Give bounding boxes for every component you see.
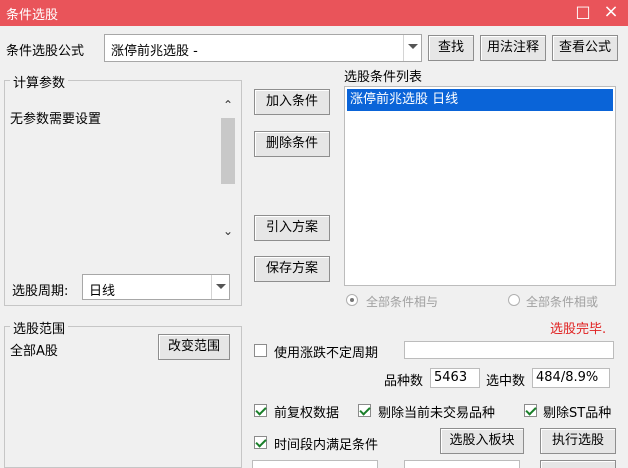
params-text: 无参数需要设置 xyxy=(10,112,102,127)
variable-period-checkbox[interactable] xyxy=(254,344,267,357)
rights-label: 前复权数据 xyxy=(274,406,340,421)
selected-label: 选中数 xyxy=(486,374,526,389)
delete-condition-button[interactable]: 删除条件 xyxy=(254,131,330,157)
formula-value: 涨停前兆选股 - xyxy=(111,44,198,59)
params-group-label: 计算参数 xyxy=(10,72,69,91)
close-button[interactable] xyxy=(540,460,616,468)
exclude-untraded-checkbox[interactable] xyxy=(358,404,371,417)
find-button[interactable]: 查找 xyxy=(428,35,474,61)
status-text: 选股完毕. xyxy=(550,322,607,337)
import-plan-button[interactable]: 引入方案 xyxy=(254,215,330,241)
scroll-down-icon[interactable]: ⌄ xyxy=(223,224,233,238)
count-label: 品种数 xyxy=(384,374,424,389)
chevron-down-icon[interactable] xyxy=(403,35,421,61)
formula-label: 条件选股公式 xyxy=(6,44,85,59)
change-scope-button[interactable]: 改变范围 xyxy=(158,334,230,360)
end-date-field[interactable] xyxy=(404,460,520,468)
add-condition-button[interactable]: 加入条件 xyxy=(254,89,330,115)
chevron-down-icon[interactable] xyxy=(211,275,229,299)
selected-value: 484/8.9% xyxy=(532,368,610,388)
time-range-label: 时间段内满足条件 xyxy=(274,438,379,453)
variable-period-input[interactable] xyxy=(404,341,614,359)
usage-button[interactable]: 用法注释 xyxy=(480,35,546,61)
exclude-st-label: 剔除ST品种 xyxy=(543,406,612,421)
time-range-checkbox[interactable] xyxy=(254,436,267,449)
scroll-thumb[interactable] xyxy=(221,118,235,184)
radio-and-label: 全部条件相与 xyxy=(366,295,439,309)
to-block-button[interactable]: 选股入板块 xyxy=(440,428,524,454)
window-title: 条件选股 xyxy=(6,8,59,23)
view-formula-button[interactable]: 查看公式 xyxy=(552,35,618,61)
formula-select[interactable]: 涨停前兆选股 - xyxy=(104,34,422,62)
rights-checkbox[interactable] xyxy=(254,404,267,417)
maximize-icon[interactable]: □ xyxy=(572,2,594,22)
variable-period-label: 使用涨跌不定周期 xyxy=(274,346,379,361)
count-value: 5463 xyxy=(430,368,480,388)
period-select[interactable]: 日线 xyxy=(82,274,230,300)
period-value: 日线 xyxy=(89,284,116,299)
list-item[interactable]: 涨停前兆选股 日线 xyxy=(347,89,613,111)
start-date-field[interactable] xyxy=(252,460,378,468)
save-plan-button[interactable]: 保存方案 xyxy=(254,256,330,282)
scroll-up-icon[interactable]: ⌃ xyxy=(223,98,233,112)
close-icon[interactable]: × xyxy=(600,2,622,22)
radio-and[interactable] xyxy=(346,294,358,306)
exclude-untraded-label: 剔除当前未交易品种 xyxy=(378,406,496,421)
scope-value: 全部A股 xyxy=(10,344,58,359)
conditions-list[interactable]: 涨停前兆选股 日线 xyxy=(344,86,616,286)
exclude-st-checkbox[interactable] xyxy=(524,404,537,417)
params-scrollbar[interactable]: ⌃ ⌄ xyxy=(220,96,236,242)
scope-group-label: 选股范围 xyxy=(10,318,69,337)
period-label: 选股周期: xyxy=(12,284,69,299)
radio-or[interactable] xyxy=(508,294,520,306)
execute-button[interactable]: 执行选股 xyxy=(540,428,616,454)
conditions-list-label: 选股条件列表 xyxy=(344,70,423,85)
title-bar: 条件选股 □ × xyxy=(0,0,628,26)
radio-or-label: 全部条件相或 xyxy=(526,295,599,309)
